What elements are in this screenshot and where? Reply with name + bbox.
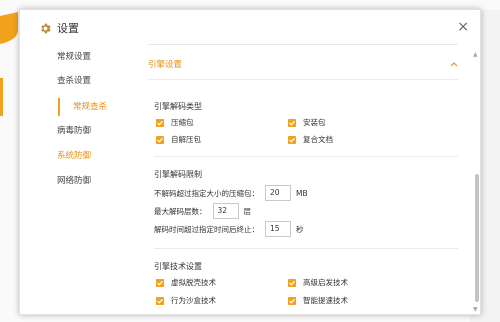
checkbox-compound-doc[interactable]: 复合文档 xyxy=(288,135,333,145)
sidebar-item-scan-settings[interactable]: 查杀设置 xyxy=(57,76,91,86)
title-bar: 设置 × xyxy=(20,10,480,44)
limit-row-max-layers: 最大解码层数： 32 层 xyxy=(154,203,251,219)
limit-unit: 层 xyxy=(243,206,252,216)
dialog-title: 设置 xyxy=(57,22,79,35)
checkbox-checked-icon xyxy=(288,119,296,127)
checkbox-behavior-sandbox[interactable]: 行为沙盒技术 xyxy=(156,296,216,306)
limit-row-archive-size: 不解码超过指定大小的压缩包： 20 MB xyxy=(154,185,308,201)
scroll-thumb[interactable] xyxy=(475,174,479,302)
sidebar-item-virus-defense[interactable]: 病毒防御 xyxy=(57,126,91,136)
checkbox-checked-icon xyxy=(156,119,164,127)
group-title-decode-types: 引擎解码类型 xyxy=(154,102,202,111)
settings-content: 引擎设置 引擎解码类型 压缩包 安装包 自解压包 复合文档 引擎解码限制 不解码… xyxy=(138,44,468,316)
settings-dialog: 设置 × 常规设置 查杀设置 常规查杀 病毒防御 系统防御 网络防御 引擎设置 … xyxy=(19,9,481,315)
checkbox-label: 高级启发技术 xyxy=(303,278,348,287)
divider xyxy=(148,44,458,45)
limit-label: 最大解码层数： xyxy=(154,206,207,216)
checkbox-checked-icon xyxy=(288,297,296,305)
limit-row-decode-timeout: 解码时间超过指定时间后终止： 15 秒 xyxy=(154,221,304,237)
checkbox-checked-icon xyxy=(156,279,164,287)
checkbox-checked-icon xyxy=(288,136,296,144)
vertical-scrollbar[interactable]: ▲ ▼ xyxy=(473,44,481,316)
scroll-up-icon[interactable]: ▲ xyxy=(473,52,478,58)
group-title-decode-limits: 引擎解码限制 xyxy=(154,170,202,179)
sidebar: 常规设置 查杀设置 常规查杀 病毒防御 系统防御 网络防御 xyxy=(20,44,138,316)
checkbox-archive[interactable]: 压缩包 xyxy=(156,118,194,128)
checkbox-installer[interactable]: 安装包 xyxy=(288,118,326,128)
section-title: 引擎设置 xyxy=(148,60,183,70)
limit-unit: 秒 xyxy=(296,224,304,234)
scroll-down-icon[interactable]: ▼ xyxy=(473,307,478,313)
divider xyxy=(154,156,458,157)
sidebar-item-system-defense[interactable]: 系统防御 xyxy=(57,151,91,161)
checkbox-self-extracting[interactable]: 自解压包 xyxy=(156,135,201,145)
engine-section-header[interactable]: 引擎设置 xyxy=(148,54,458,76)
checkbox-label: 安装包 xyxy=(303,118,326,127)
archive-size-input[interactable]: 20 xyxy=(265,185,291,201)
close-icon[interactable]: × xyxy=(457,20,469,34)
limit-unit: MB xyxy=(296,188,308,198)
checkbox-label: 行为沙盒技术 xyxy=(171,296,216,305)
checkbox-checked-icon xyxy=(156,297,164,305)
checkbox-virtual-unpack[interactable]: 虚拟脱壳技术 xyxy=(156,278,216,288)
group-title-engine-tech: 引擎技术设置 xyxy=(154,262,202,271)
gear-icon xyxy=(41,23,51,34)
checkbox-label: 复合文档 xyxy=(303,135,333,144)
max-layers-input[interactable]: 32 xyxy=(212,203,239,219)
divider xyxy=(148,79,458,80)
checkbox-checked-icon xyxy=(156,136,164,144)
checkbox-label: 自解压包 xyxy=(171,135,201,144)
sidebar-item-general-scan[interactable]: 常规查杀 xyxy=(58,98,107,116)
sidebar-item-network-defense[interactable]: 网络防御 xyxy=(57,176,91,186)
decode-timeout-input[interactable]: 15 xyxy=(265,221,291,237)
checkbox-checked-icon xyxy=(288,279,296,287)
checkbox-advanced-heuristic[interactable]: 高级启发技术 xyxy=(288,278,348,288)
divider xyxy=(154,248,458,249)
checkbox-label: 压缩包 xyxy=(171,118,194,127)
checkbox-smart-speedup[interactable]: 智能提速技术 xyxy=(288,296,348,306)
checkbox-label: 智能提速技术 xyxy=(303,296,348,305)
background-accent-bar xyxy=(0,78,3,116)
checkbox-label: 虚拟脱壳技术 xyxy=(171,278,216,287)
limit-label: 解码时间超过指定时间后终止： xyxy=(154,224,259,234)
limit-label: 不解码超过指定大小的压缩包： xyxy=(154,188,259,198)
sidebar-item-general[interactable]: 常规设置 xyxy=(57,52,91,62)
chevron-up-icon[interactable] xyxy=(450,60,458,70)
